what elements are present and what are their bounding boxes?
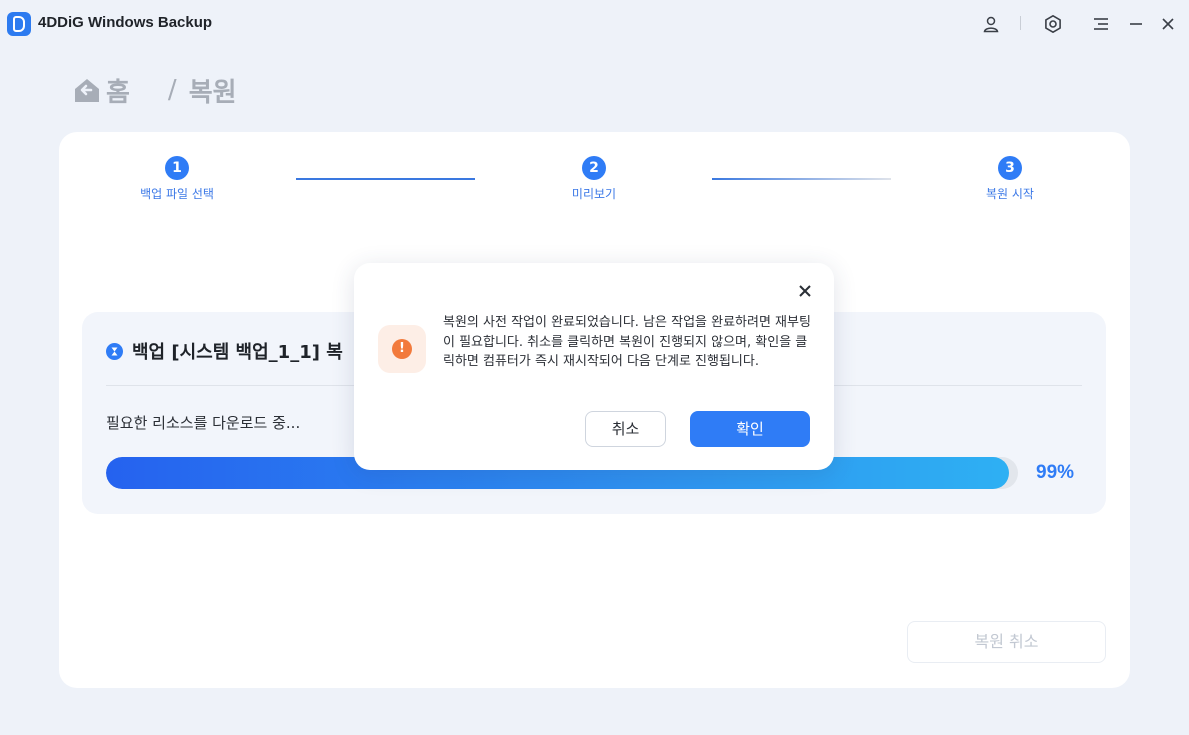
hourglass-icon xyxy=(106,342,123,360)
titlebar-divider xyxy=(1020,16,1021,30)
home-back-icon[interactable] xyxy=(72,75,102,105)
dialog-cancel-button[interactable]: 취소 xyxy=(585,411,666,447)
progress-status: 필요한 리소스를 다운로드 중... xyxy=(106,414,301,432)
step-number: 3 xyxy=(998,156,1022,180)
step-label: 백업 파일 선택 xyxy=(140,187,214,201)
step-label: 미리보기 xyxy=(571,187,617,201)
dialog-message: 복원의 사전 작업이 완료되었습니다. 남은 작업을 완료하려면 재부팅이 필요… xyxy=(443,315,811,369)
progress-percent: 99% xyxy=(1036,462,1075,483)
step-1: 1 백업 파일 선택 xyxy=(117,156,237,202)
restore-cancel-button[interactable]: 복원 취소 xyxy=(907,621,1106,663)
breadcrumb-home[interactable]: 홈 xyxy=(106,72,130,109)
settings-icon[interactable] xyxy=(1040,11,1066,37)
breadcrumb-separator: / xyxy=(167,75,177,105)
step-2: 2 미리보기 xyxy=(534,156,654,202)
reboot-dialog: ! 복원의 사전 작업이 완료되었습니다. 남은 작업을 완료하려면 재부팅이 … xyxy=(354,263,834,470)
step-number: 2 xyxy=(582,156,606,180)
app-title: 4DDiG Windows Backup xyxy=(38,14,213,31)
dialog-confirm-button[interactable]: 확인 xyxy=(690,411,810,447)
step-number: 1 xyxy=(165,156,189,180)
progress-title-text: 백업 [시스템 백업_1_1] 복 xyxy=(132,342,343,363)
dialog-close-icon[interactable] xyxy=(796,282,814,300)
title-bar: 4DDiG Windows Backup xyxy=(0,0,1189,48)
app-logo-icon xyxy=(7,12,31,36)
warning-icon-wrap: ! xyxy=(378,325,426,373)
progress-title: 백업 [시스템 백업_1_1] 복 xyxy=(106,338,343,364)
step-3: 3 복원 시작 xyxy=(950,156,1070,202)
user-icon[interactable] xyxy=(978,11,1004,37)
breadcrumb-current: 복원 xyxy=(188,77,237,108)
step-connector-2 xyxy=(712,178,891,180)
breadcrumb: 홈 / 복원 xyxy=(72,72,237,108)
step-label: 복원 시작 xyxy=(986,187,1034,201)
menu-icon[interactable] xyxy=(1088,11,1114,37)
warning-icon: ! xyxy=(392,339,412,359)
close-icon[interactable] xyxy=(1155,11,1181,37)
step-connector-1 xyxy=(296,178,475,180)
minimize-icon[interactable] xyxy=(1123,11,1149,37)
